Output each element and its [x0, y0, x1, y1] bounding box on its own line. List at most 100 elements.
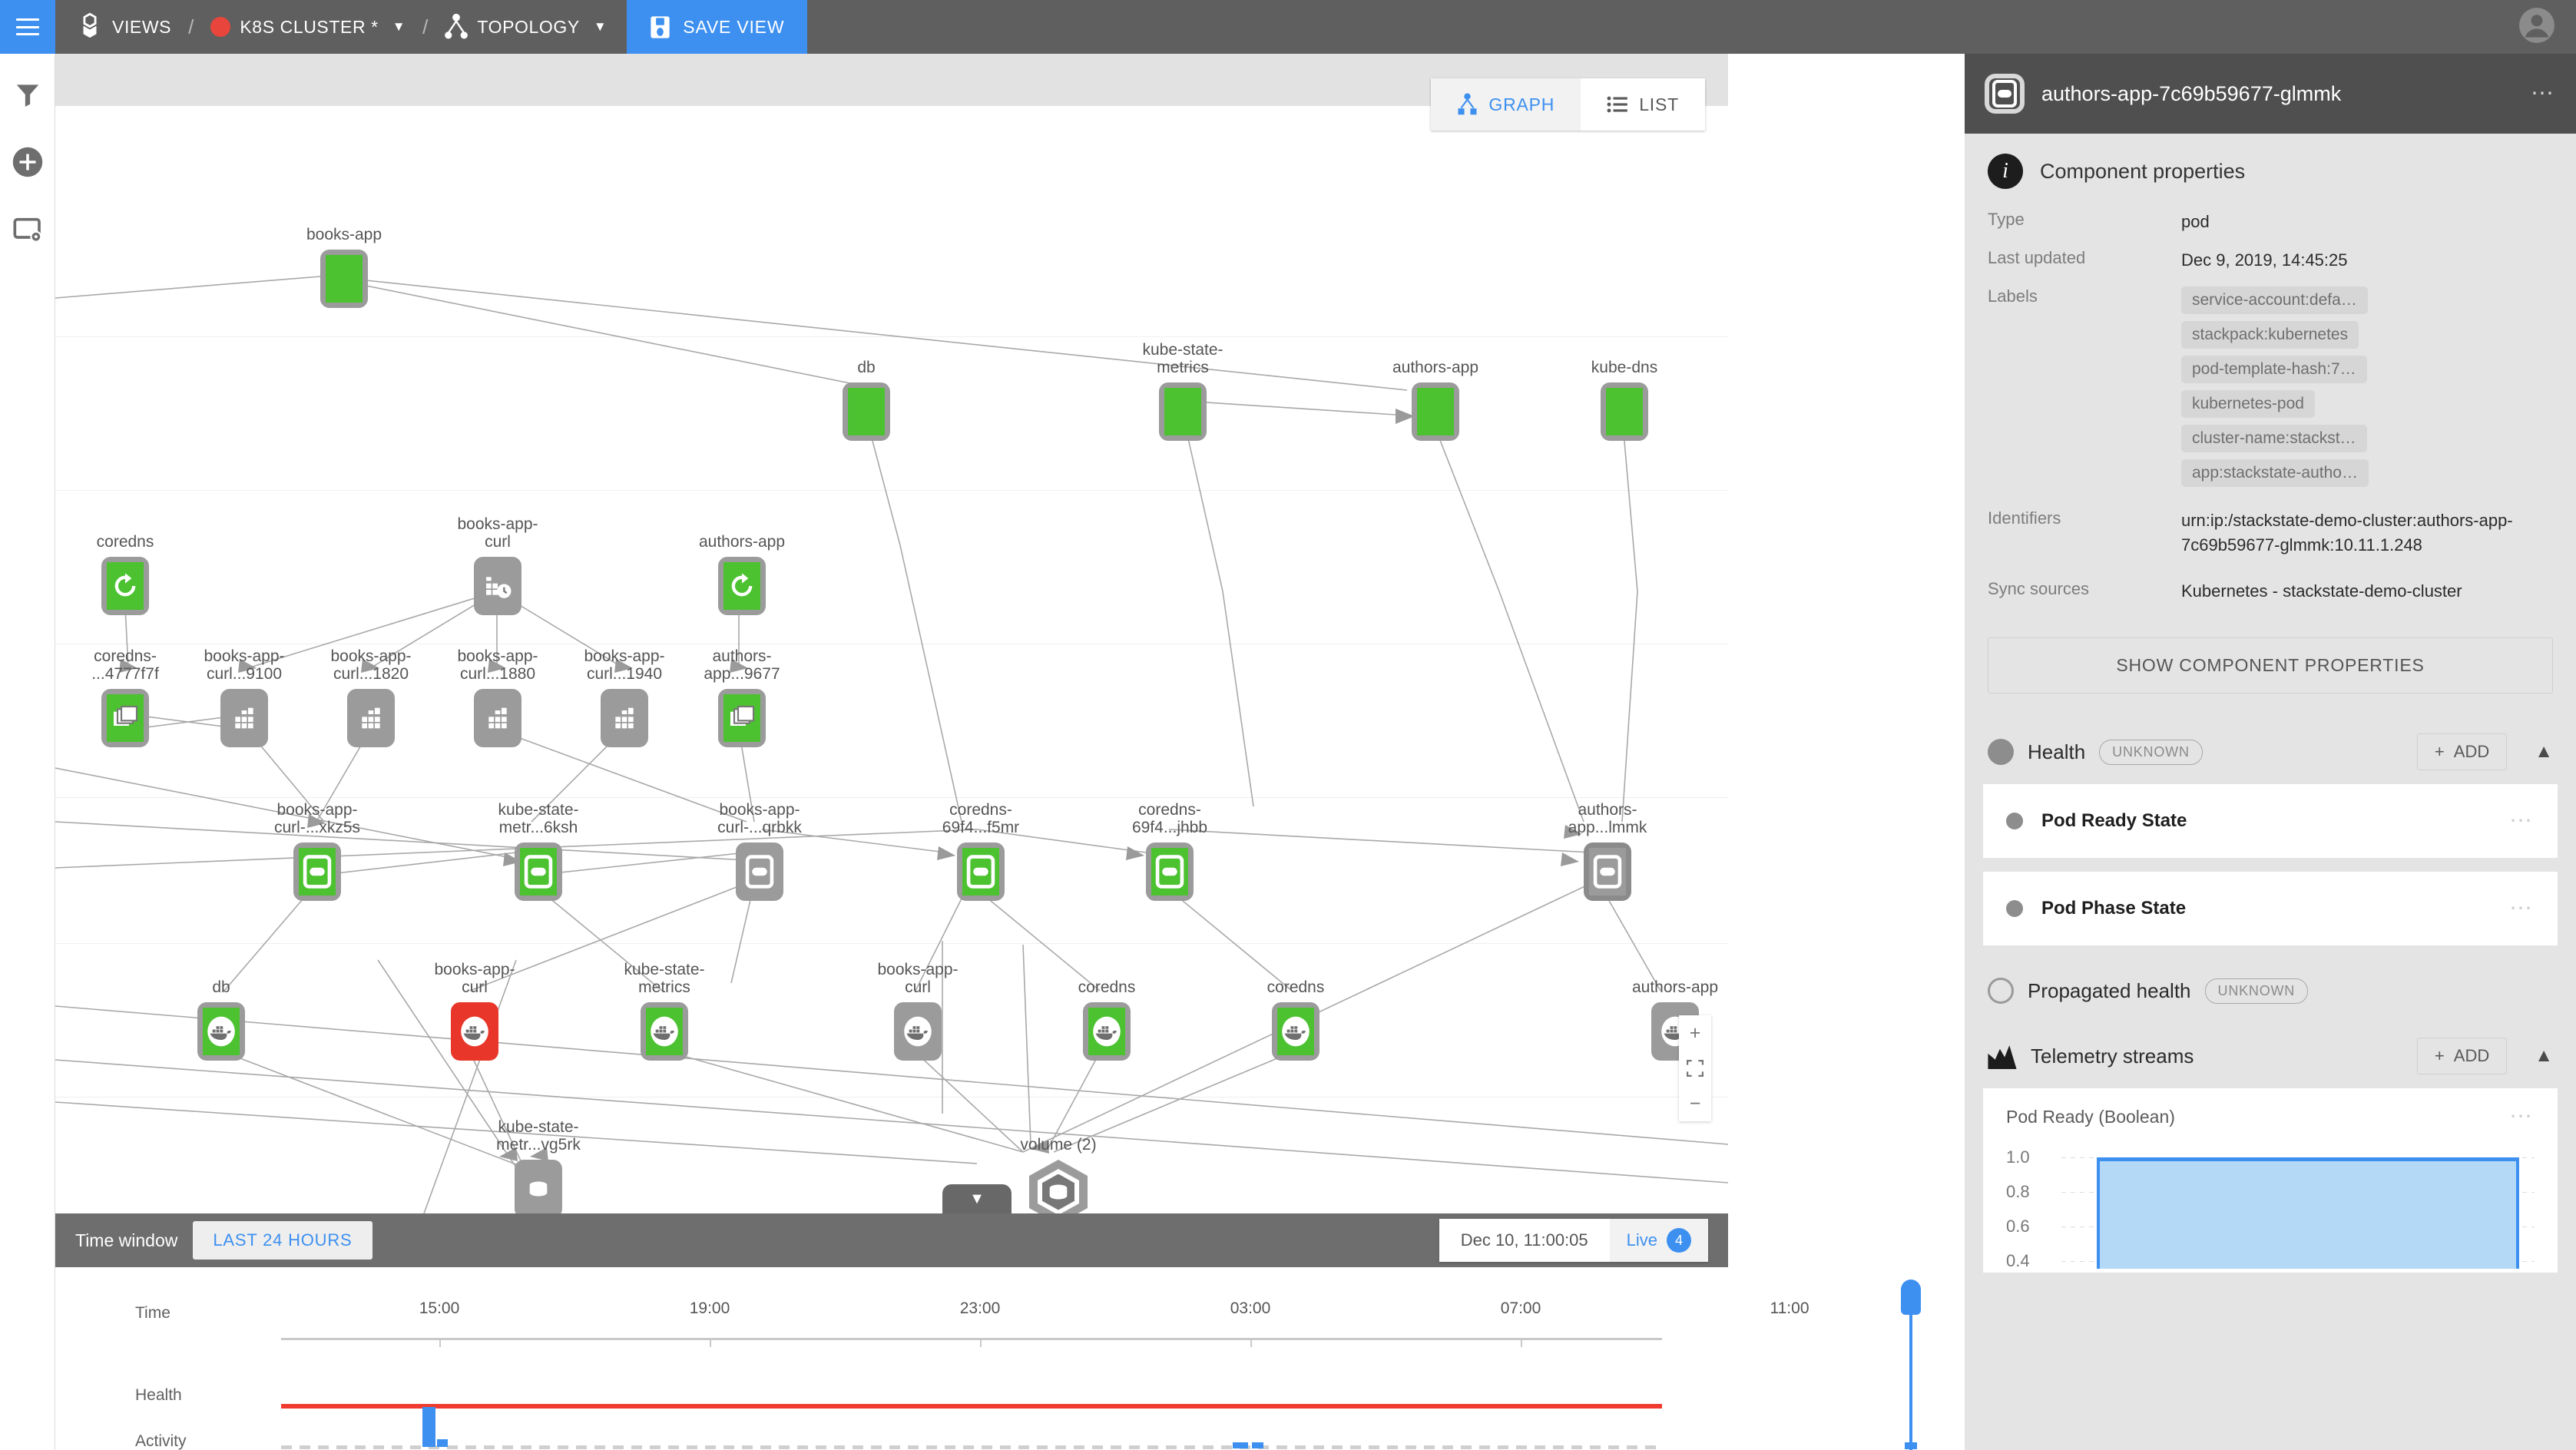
health-check-item[interactable]: Pod Phase State ⋯ [1983, 872, 2558, 946]
label-chip[interactable]: stackpack:kubernetes [2181, 320, 2359, 349]
fit-screen-button[interactable] [1679, 1051, 1711, 1086]
health-check-item[interactable]: Pod Ready State ⋯ [1983, 784, 2558, 859]
graph-node[interactable]: books-app- curl...1880 [457, 647, 538, 747]
graph-node-shape [718, 689, 766, 747]
save-view-button[interactable]: SAVE VIEW [627, 0, 808, 54]
health-add-button[interactable]: + ADD [2416, 733, 2508, 771]
playhead-handle[interactable] [1901, 1280, 1921, 1315]
more-options-icon[interactable]: ⋯ [2509, 809, 2535, 833]
health-collapse-icon[interactable]: ▲ [2535, 741, 2553, 763]
activity-bar [1252, 1442, 1263, 1448]
time-window-selector[interactable]: LAST 24 HOURS [193, 1221, 372, 1260]
property-row-labels: Labels service-account:defa… stackpack:k… [1988, 280, 2553, 494]
graph-node[interactable]: books-app- curl [457, 515, 538, 615]
component-properties-header: i Component properties [1965, 134, 2576, 198]
graph-node-shape [220, 689, 268, 747]
telemetry-stream-title: Pod Ready (Boolean) [2006, 1106, 2175, 1127]
graph-node[interactable]: books-app- curl-...xkz5s [274, 801, 360, 901]
account-button[interactable] [2518, 6, 2556, 48]
tab-list-label: LIST [1639, 94, 1679, 114]
graph-node[interactable]: volume (2) [1020, 1136, 1097, 1213]
graph-node[interactable]: books-app- curl...1820 [330, 647, 412, 747]
details-panel: authors-app-7c69b59677-glmmk ⋯ i Compone… [1965, 54, 2576, 1450]
breadcrumb-item-k8s-cluster[interactable]: K8S CLUSTER * ▼ [210, 17, 406, 38]
health-title: Health [2028, 740, 2086, 763]
left-toolbar [0, 54, 55, 1450]
graph-node[interactable]: authors-app [699, 533, 785, 615]
label-chip[interactable]: kubernetes-pod [2181, 389, 2315, 418]
tab-graph[interactable]: GRAPH [1431, 78, 1581, 131]
time-tick: 11:00 [1770, 1299, 1809, 1317]
graph-node[interactable]: kube-state- metr...6ksh [498, 801, 579, 901]
graph-node[interactable]: kube-state- metr...vg5rk [496, 1118, 581, 1213]
volume-hex-shape [1029, 1160, 1088, 1213]
timeline-row-label-time: Time [135, 1304, 171, 1322]
graph-node[interactable]: books-app- curl...9100 [204, 647, 285, 747]
timeline-row-label-health: Health [135, 1386, 182, 1404]
timeline-tracks[interactable]: Time Health Activity 15:00 19:00 23:00 0… [55, 1267, 1921, 1450]
graph-node-shape [1159, 382, 1207, 441]
info-icon: i [1988, 154, 2023, 189]
cube-stack-icon [83, 12, 97, 38]
property-value: Dec 9, 2019, 14:45:25 [2181, 250, 2348, 270]
graph-node[interactable]: authors- app...lmmk [1563, 801, 1652, 916]
graph-node[interactable]: db [197, 978, 245, 1061]
menu-button[interactable] [0, 0, 55, 54]
graph-node[interactable]: coredns [97, 533, 154, 615]
graph-node[interactable]: books-app- curl [877, 961, 959, 1061]
graph-node[interactable]: authors-app [1392, 359, 1478, 441]
live-count-badge: 4 [1667, 1228, 1691, 1253]
current-time-display[interactable]: Dec 10, 11:00:05 [1439, 1219, 1610, 1262]
component-properties-table: Type pod Last updated Dec 9, 2019, 14:45… [1965, 198, 2576, 610]
propagated-health-badge: UNKNOWN [2204, 978, 2309, 1004]
more-options-icon[interactable]: ⋯ [2509, 897, 2535, 920]
telemetry-stream-card[interactable]: Pod Ready (Boolean) ⋯ 1.0 0.8 0.6 0.4 [1983, 1088, 2558, 1273]
panel-more-options-icon[interactable]: ⋯ [2531, 82, 2556, 105]
graph-node[interactable]: coredns- 69f4...f5mr [942, 801, 1019, 901]
graph-node[interactable]: books-app- curl [434, 961, 515, 1061]
graph-node[interactable]: kube-state- metrics [1142, 341, 1223, 441]
y-tick-label: 0.4 [2006, 1251, 2030, 1271]
breadcrumb-item-topology[interactable]: TOPOLOGY ▼ [445, 13, 607, 41]
time-window-label: Time window [75, 1230, 178, 1250]
graph-node[interactable]: books-app- curl-...qrbkk [717, 801, 802, 901]
propagated-health-header: Propagated health UNKNOWN [1965, 945, 2576, 1005]
breadcrumb-separator: / [422, 15, 429, 38]
sidebar-item-view-settings[interactable] [10, 212, 45, 247]
empty-circle-icon [1988, 978, 2014, 1005]
graph-node[interactable]: books-app [306, 226, 382, 308]
show-component-properties-button[interactable]: SHOW COMPONENT PROPERTIES [1988, 637, 2553, 694]
graph-node-shape [1146, 843, 1194, 901]
more-options-icon[interactable]: ⋯ [2509, 1105, 2535, 1128]
breadcrumb-item-views[interactable]: VIEWS [77, 12, 171, 41]
topology-icon [445, 13, 469, 39]
graph-node[interactable]: kube-dns [1591, 359, 1657, 441]
zoom-in-button[interactable]: + [1679, 1015, 1711, 1051]
label-chip[interactable]: app:stackstate-autho… [2181, 459, 2369, 487]
label-chip[interactable]: pod-template-hash:7… [2181, 355, 2367, 383]
label-chip[interactable]: cluster-name:stackst… [2181, 424, 2367, 452]
activity-bar [437, 1439, 448, 1447]
telemetry-add-button[interactable]: + ADD [2416, 1038, 2508, 1075]
property-key: Sync sources [1988, 578, 2090, 598]
collapse-panel-button[interactable]: ▼ [942, 1184, 1012, 1213]
graph-node-shape [843, 382, 890, 441]
graph-node-shape [1083, 1002, 1131, 1061]
graph-node[interactable]: authors- app...9677 [704, 647, 780, 747]
graph-node[interactable]: coredns- ...4777f7f [91, 647, 159, 747]
label-chip[interactable]: service-account:defa… [2181, 286, 2368, 314]
topology-canvas[interactable]: GRAPH LIST + − ▼ books-app db kube-state… [55, 54, 1728, 1213]
sidebar-item-add[interactable] [10, 144, 45, 180]
graph-node[interactable]: coredns [1267, 978, 1324, 1061]
sidebar-item-filter[interactable] [10, 77, 45, 112]
live-toggle[interactable]: Live 4 [1609, 1219, 1708, 1262]
telemetry-collapse-icon[interactable]: ▲ [2535, 1045, 2553, 1067]
zoom-out-button[interactable]: − [1679, 1086, 1711, 1121]
graph-node[interactable]: coredns [1078, 978, 1135, 1061]
graph-node[interactable]: db [843, 359, 890, 441]
tab-list[interactable]: LIST [1581, 78, 1705, 131]
graph-node[interactable]: kube-state- metrics [624, 961, 705, 1061]
property-row-identifiers: Identifiers urn:ip:/stackstate-demo-clus… [1988, 502, 2553, 564]
graph-node[interactable]: coredns- 69f4...jhbb [1132, 801, 1207, 901]
graph-node[interactable]: books-app- curl...1940 [584, 647, 665, 747]
